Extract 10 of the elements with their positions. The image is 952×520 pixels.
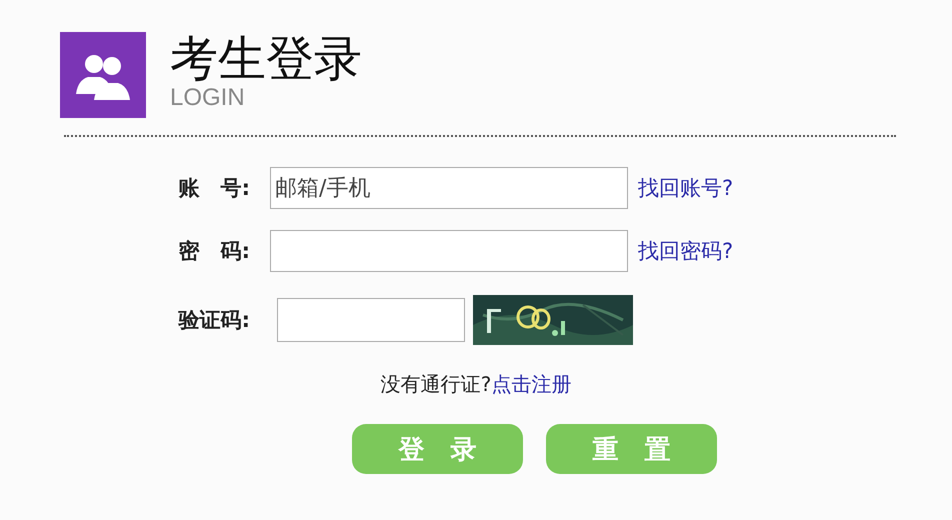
recover-link[interactable]: 找回账号?	[638, 174, 734, 202]
page-subtitle: LOGIN	[170, 86, 246, 110]
register-link[interactable]: 点击注册	[491, 371, 572, 398]
account-field[interactable]: 邮箱/手机	[270, 167, 628, 209]
page-title: 考生登录	[170, 30, 362, 88]
recover-link[interactable]: 找回密码?	[638, 237, 734, 265]
field-label: 密 码:	[178, 238, 251, 265]
field-label: 验证码:	[177, 307, 251, 334]
field-label: 账 号:	[178, 175, 251, 202]
register-prompt: 没有通行证?	[380, 371, 492, 398]
